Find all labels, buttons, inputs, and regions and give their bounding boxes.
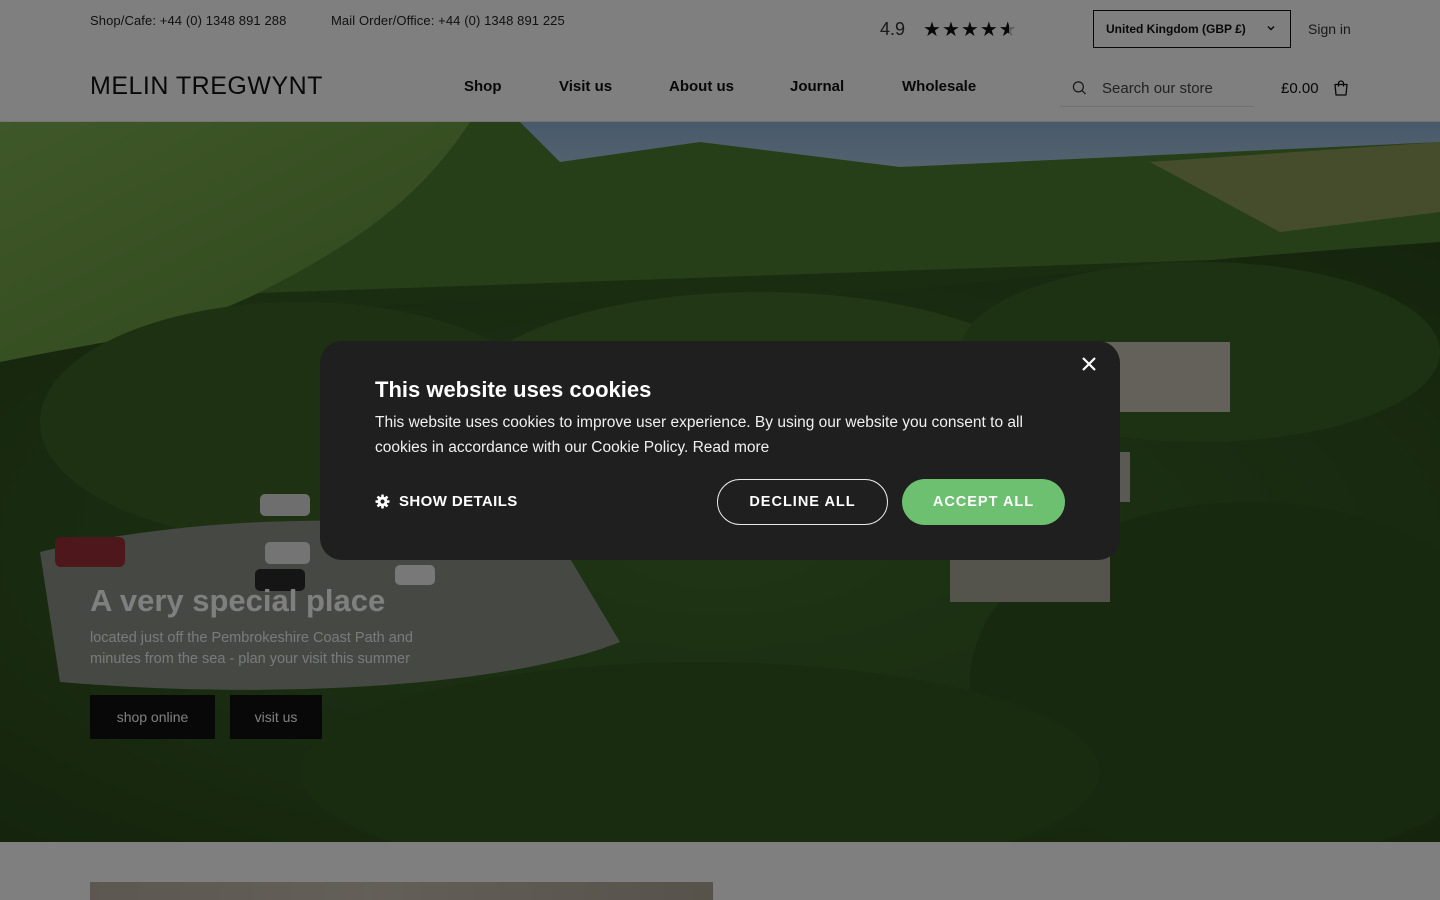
show-details-label: SHOW DETAILS	[399, 493, 518, 510]
cookie-dialog-text: This website uses cookies to improve use…	[375, 414, 1023, 456]
show-details-toggle[interactable]: SHOW DETAILS	[375, 493, 518, 510]
gear-icon	[375, 494, 390, 509]
close-icon[interactable]	[1080, 355, 1098, 373]
accept-all-button[interactable]: ACCEPT ALL	[902, 479, 1065, 525]
decline-all-button[interactable]: DECLINE ALL	[717, 479, 888, 525]
cookie-dialog-title: This website uses cookies	[375, 377, 652, 402]
cookie-consent-dialog: This website uses cookies This website u…	[320, 341, 1120, 560]
